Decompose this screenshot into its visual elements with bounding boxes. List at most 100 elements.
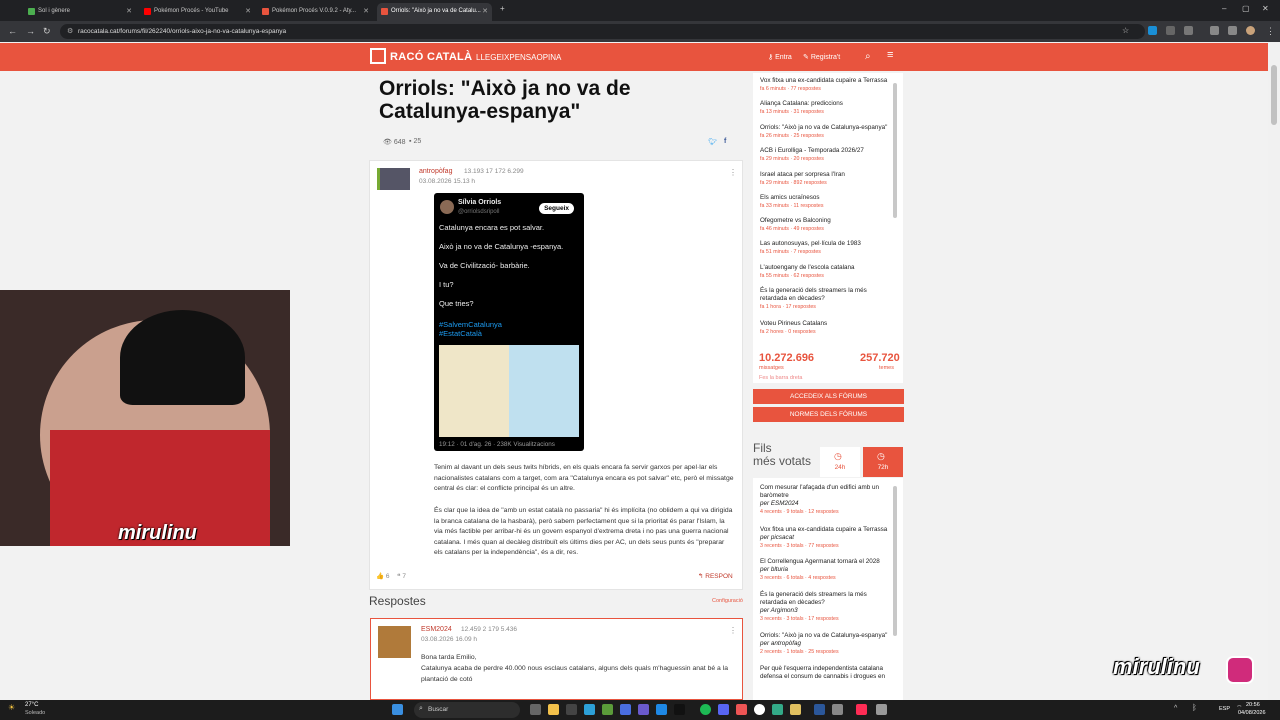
tab-24h[interactable]: ◷ 24h: [820, 447, 860, 477]
voted-thread-item[interactable]: Com mesurar l'afaçada d'un edifici amb u…: [760, 484, 892, 515]
teams-icon[interactable]: [638, 704, 649, 715]
spotify-icon[interactable]: [700, 704, 711, 715]
voted-thread-item[interactable]: El Correllengua Agermanat tornarà el 202…: [760, 558, 892, 581]
weather-temp[interactable]: 27°C: [25, 702, 38, 708]
reply-author[interactable]: ESM2024: [421, 626, 452, 633]
recent-thread-item[interactable]: Aliança Catalana: prediccions fa 13 minut…: [760, 100, 892, 115]
post-options-icon[interactable]: ⋮: [729, 168, 737, 177]
recent-thread-item[interactable]: Vox fitxa una ex-candidata cupaire a Ter…: [760, 77, 892, 92]
extension-icon[interactable]: [1148, 26, 1157, 35]
tab-sol-i-genere[interactable]: Sol i gènere ✕: [24, 3, 136, 21]
voted-thread-item[interactable]: Vox fitxa una ex-candidata cupaire a Ter…: [760, 526, 892, 549]
maximize-icon[interactable]: ▢: [1242, 4, 1250, 13]
app-icon[interactable]: [772, 704, 783, 715]
profile-avatar-icon[interactable]: [1246, 26, 1255, 35]
language-indicator[interactable]: ESP: [1219, 706, 1230, 712]
app-icon[interactable]: [656, 704, 667, 715]
embedded-tweet[interactable]: Sílvia Orriols @orriolsdsripoll Segueix …: [434, 193, 584, 451]
reply-button[interactable]: ↰ RESPON: [698, 572, 733, 580]
recent-thread-item[interactable]: Voteu Pirineus Catalans fa 2 hores · 0 re…: [760, 320, 892, 335]
sidebar-icon[interactable]: [1228, 26, 1237, 35]
url-input[interactable]: ⚙ racocatala.cat/forums/fil/262240/orrio…: [60, 24, 1145, 39]
tiktok-icon[interactable]: [674, 704, 685, 715]
recent-thread-item[interactable]: Las autonosuyas, pel·lícula de 1983 fa 51…: [760, 240, 892, 255]
xbox-icon[interactable]: [602, 704, 613, 715]
app-icon[interactable]: [832, 704, 843, 715]
tab-pokemon-proces[interactable]: Pokémon Procés V.0.9.2 - Aty... ✕: [258, 3, 373, 21]
recent-thread-item[interactable]: ACB i Eurolliga - Temporada 2026/27 fa 29…: [760, 147, 892, 162]
clock-date[interactable]: 04/08/2026: [1238, 710, 1266, 716]
app-icon[interactable]: [620, 704, 631, 715]
voted-thread-item[interactable]: És la generació dels streamers la més re…: [760, 591, 892, 622]
menu-dots-icon[interactable]: ⋮: [1266, 26, 1275, 37]
download-icon[interactable]: [1210, 26, 1219, 35]
voted-thread-item[interactable]: Per què l'esquerra independentista catal…: [760, 665, 892, 681]
tiktok-live-icon[interactable]: [856, 704, 867, 715]
close-icon[interactable]: ✕: [482, 7, 488, 15]
recent-thread-item[interactable]: És la generació dels streamers la més re…: [760, 287, 892, 310]
hamburger-menu-icon[interactable]: ≡: [887, 49, 893, 61]
tweet-hashtag[interactable]: #EstatCatalà: [439, 329, 482, 338]
tab-72h[interactable]: ◷ 72h: [863, 447, 903, 477]
tray-chevron-icon[interactable]: ^: [1174, 705, 1177, 712]
tweet-hashtag[interactable]: #SalvemCatalunya: [439, 320, 502, 329]
login-button[interactable]: ⚷ Entra: [768, 53, 792, 61]
app-icon[interactable]: [814, 704, 825, 715]
forum-rules-button[interactable]: NORMES DELS FÒRUMS: [753, 407, 904, 422]
recent-thread-item[interactable]: Els amics ucraïnesos fa 33 minuts · 11 re…: [760, 194, 892, 209]
scrollbar-thumb[interactable]: [1271, 65, 1277, 125]
access-forums-button[interactable]: ACCEDEIX ALS FÒRUMS: [753, 389, 904, 404]
site-logo-text[interactable]: RACÓ CATALÀ: [390, 51, 472, 63]
register-button[interactable]: ✎ Registra't: [803, 53, 840, 61]
close-window-icon[interactable]: ✕: [1262, 4, 1269, 13]
avatar[interactable]: [378, 626, 411, 658]
like-count[interactable]: 👍 6: [376, 572, 390, 580]
recent-thread-item[interactable]: Israel ataca per sorpresa l'Iran fa 29 mi…: [760, 171, 892, 186]
tab-orriols[interactable]: Orriols: "Això ja no va de Catalu... ✕: [377, 3, 492, 21]
page-scrollbar[interactable]: [1268, 43, 1280, 700]
search-icon[interactable]: ⌕: [865, 51, 871, 62]
discord-icon[interactable]: [718, 704, 729, 715]
app-icon[interactable]: [566, 704, 577, 715]
chrome-icon[interactable]: [754, 704, 765, 715]
raco-logo-icon[interactable]: [370, 48, 386, 64]
minimize-icon[interactable]: –: [1222, 4, 1226, 13]
bookmark-star-icon[interactable]: ☆: [1122, 26, 1129, 35]
tab-youtube[interactable]: Pokémon Procés - YouTube ✕: [140, 3, 255, 21]
recent-thread-item[interactable]: L'autoengany de l'escola catalana fa 55 m…: [760, 264, 892, 279]
recent-scrollbar[interactable]: [893, 83, 897, 218]
clock-time[interactable]: 20:56: [1246, 702, 1260, 708]
back-icon[interactable]: ←: [8, 26, 17, 36]
twitter-share-icon[interactable]: 🐦︎: [708, 138, 717, 146]
app-icon[interactable]: [530, 704, 541, 715]
app-icon[interactable]: [790, 704, 801, 715]
new-tab-button[interactable]: +: [500, 4, 505, 13]
quote-count[interactable]: ❝ 7: [397, 572, 406, 580]
app-icon[interactable]: [736, 704, 747, 715]
close-icon[interactable]: ✕: [245, 7, 251, 15]
file-explorer-icon[interactable]: [548, 704, 559, 715]
site-info-icon[interactable]: ⚙: [67, 27, 73, 35]
extensions-puzzle-icon[interactable]: [1184, 26, 1193, 35]
reply-options-icon[interactable]: ⋮: [729, 626, 737, 635]
app-icon[interactable]: [876, 704, 887, 715]
bluetooth-icon[interactable]: ᛒ: [1192, 703, 1197, 712]
responses-config-link[interactable]: Configuració: [712, 598, 743, 604]
voted-scrollbar[interactable]: [893, 486, 897, 636]
follow-button[interactable]: Segueix: [539, 203, 574, 214]
forward-icon[interactable]: →: [26, 26, 35, 36]
voted-thread-item[interactable]: Orriols: "Això ja no va de Catalunya-esp…: [760, 632, 892, 655]
close-icon[interactable]: ✕: [363, 7, 369, 15]
taskbar-search[interactable]: ⌕ Buscar: [414, 702, 520, 718]
close-icon[interactable]: ✕: [126, 7, 132, 15]
recent-thread-item[interactable]: Orriols: "Això ja no va de Catalunya-esp…: [760, 124, 892, 139]
recent-thread-item[interactable]: Ofegometre vs Balconing fa 46 minuts · 49…: [760, 217, 892, 232]
edge-icon[interactable]: [584, 704, 595, 715]
post-author[interactable]: antropòfag: [419, 168, 452, 175]
facebook-share-icon[interactable]: f: [724, 138, 726, 145]
avatar[interactable]: [377, 168, 410, 190]
reload-icon[interactable]: ↻: [43, 26, 51, 37]
windows-start-icon[interactable]: [392, 704, 403, 715]
extension-icon[interactable]: [1166, 26, 1175, 35]
feed-link[interactable]: Fes la barra dreta: [759, 375, 802, 381]
